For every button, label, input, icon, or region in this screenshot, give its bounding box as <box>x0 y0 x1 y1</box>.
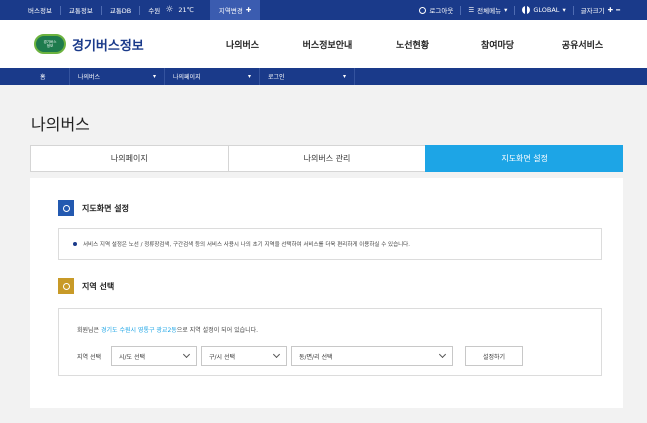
weather-temperature: 21℃ <box>178 6 194 14</box>
chevron-down-icon: ▾ <box>562 6 566 14</box>
site-logo[interactable]: 경기버스 정보 경기버스정보 <box>0 34 200 54</box>
page-title: 나의버스 <box>31 115 90 134</box>
weather-city: 수원 <box>148 7 161 15</box>
font-size-control: 글자크기 ✚ ━ <box>574 5 627 15</box>
current-region-suffix: 으로 지역 설정이 되어 있습니다. <box>176 327 259 334</box>
nav-bus-info[interactable]: 버스정보안내 <box>285 38 370 51</box>
region-select-label: 지역 선택 <box>77 353 101 361</box>
globe-icon <box>522 6 531 14</box>
section-map-settings-header: 지도화면 설정 <box>58 200 129 216</box>
chevron-down-icon: ▾ <box>152 73 156 80</box>
global-label: GLOBAL <box>533 6 560 14</box>
sigungu-select[interactable]: 구/시 선택 <box>201 346 287 366</box>
region-change-button[interactable]: 지역변경 ✚ <box>209 0 261 20</box>
chevron-down-icon <box>438 350 447 359</box>
chevron-down-icon: ▾ <box>247 73 251 80</box>
font-increase-button[interactable]: ✚ <box>608 6 613 14</box>
breadcrumb-level3[interactable]: 로그인 ▾ <box>260 68 355 85</box>
region-select-row: 지역 선택 시/도 선택 구/시 선택 동/면/리 선택 설정하기 <box>77 346 523 366</box>
sigungu-select-value: 구/시 선택 <box>209 353 236 361</box>
current-region-text: 회원님은 경기도 수원시 영통구 광교2동으로 지역 설정이 되어 있습니다. <box>77 325 258 334</box>
font-size-label: 글자크기 <box>580 7 605 15</box>
chevron-down-icon <box>182 350 191 359</box>
breadcrumb-level1[interactable]: 나의버스 ▾ <box>70 68 165 85</box>
region-select-box: 회원님은 경기도 수원시 영통구 광교2동으로 지역 설정이 되어 있습니다. … <box>58 308 602 376</box>
chevron-down-icon: ▾ <box>504 6 508 14</box>
link-bus-info[interactable]: 버스정보 <box>20 5 60 15</box>
all-menu-link[interactable]: ☰ 전체메뉴 ▾ <box>461 5 514 15</box>
current-region-prefix: 회원님은 <box>77 327 101 334</box>
nav-my-bus[interactable]: 나의버스 <box>200 38 285 51</box>
breadcrumb-level2-label: 나의페이지 <box>173 74 201 81</box>
all-menu-label: 전체메뉴 <box>477 7 502 15</box>
menu-icon: ☰ <box>468 6 475 14</box>
chevron-down-icon: ▾ <box>342 73 346 80</box>
section-title: 지역 선택 <box>82 281 115 291</box>
settings-icon <box>58 200 74 216</box>
apply-region-button[interactable]: 설정하기 <box>465 346 523 366</box>
logo-text: 경기버스정보 <box>72 38 144 54</box>
sun-icon: ☼ <box>165 4 174 15</box>
logout-link[interactable]: 로그아웃 <box>412 5 460 15</box>
breadcrumb-home-label: 홈 <box>40 74 46 81</box>
site-header: 경기버스 정보 경기버스정보 나의버스 버스정보안내 노선현황 참여마당 공유서… <box>0 20 647 68</box>
breadcrumb-level3-label: 로그인 <box>268 74 285 81</box>
link-traffic-db[interactable]: 교통DB <box>102 5 139 15</box>
bullet-icon <box>73 242 77 246</box>
logout-label: 로그아웃 <box>429 7 454 15</box>
logo-emblem-line: 정보 <box>46 44 54 48</box>
location-icon <box>58 278 74 294</box>
breadcrumb-level2[interactable]: 나의페이지 ▾ <box>165 68 260 85</box>
breadcrumb-home[interactable]: 홈 <box>0 68 70 85</box>
global-link[interactable]: GLOBAL ▾ <box>515 6 572 14</box>
tab-my-bus-manage[interactable]: 나의버스 관리 <box>227 145 426 172</box>
section-region-header: 지역 선택 <box>58 278 114 294</box>
breadcrumb: 홈 나의버스 ▾ 나의페이지 ▾ 로그인 ▾ <box>0 68 647 85</box>
breadcrumb-level1-label: 나의버스 <box>78 74 101 81</box>
font-decrease-button[interactable]: ━ <box>616 6 620 14</box>
nav-shared-service[interactable]: 공유서비스 <box>540 38 625 51</box>
logo-emblem: 경기버스 정보 <box>34 34 66 54</box>
content-panel: 지도화면 설정 서비스 지역 설정은 노선 / 정류장검색, 구간검색 등의 서… <box>30 178 623 408</box>
plus-icon: ✚ <box>245 6 252 14</box>
link-traffic-info[interactable]: 교통정보 <box>61 5 101 15</box>
dong-select-value: 동/면/리 선택 <box>299 353 333 361</box>
chevron-down-icon <box>272 350 281 359</box>
nav-route-status[interactable]: 노선현황 <box>370 38 455 51</box>
region-change-label: 지역변경 <box>218 7 243 15</box>
sido-select[interactable]: 시/도 선택 <box>111 346 197 366</box>
notice-text: 서비스 지역 설정은 노선 / 정류장검색, 구간검색 등의 서비스 사용시 나… <box>83 242 410 248</box>
section-title: 지도화면 설정 <box>82 203 129 213</box>
main-nav: 나의버스 버스정보안내 노선현황 참여마당 공유서비스 <box>200 38 647 51</box>
notice-box: 서비스 지역 설정은 노선 / 정류장검색, 구간검색 등의 서비스 사용시 나… <box>58 228 602 260</box>
utility-bar: 버스정보 교통정보 교통DB 수원 ☼ 21℃ 지역변경 ✚ 로그아웃 ☰ 전체… <box>0 0 647 20</box>
sido-select-value: 시/도 선택 <box>119 353 146 361</box>
current-region-value: 경기도 수원시 영통구 광교2동 <box>101 327 177 334</box>
weather-widget: 수원 ☼ 21℃ <box>140 5 202 15</box>
tab-map-settings[interactable]: 지도화면 설정 <box>425 145 624 172</box>
nav-participation[interactable]: 참여마당 <box>455 38 540 51</box>
tab-my-page[interactable]: 나의페이지 <box>30 145 228 172</box>
dong-select[interactable]: 동/면/리 선택 <box>291 346 453 366</box>
tab-bar: 나의페이지 나의버스 관리 지도화면 설정 <box>30 145 624 172</box>
lock-icon <box>419 6 427 14</box>
